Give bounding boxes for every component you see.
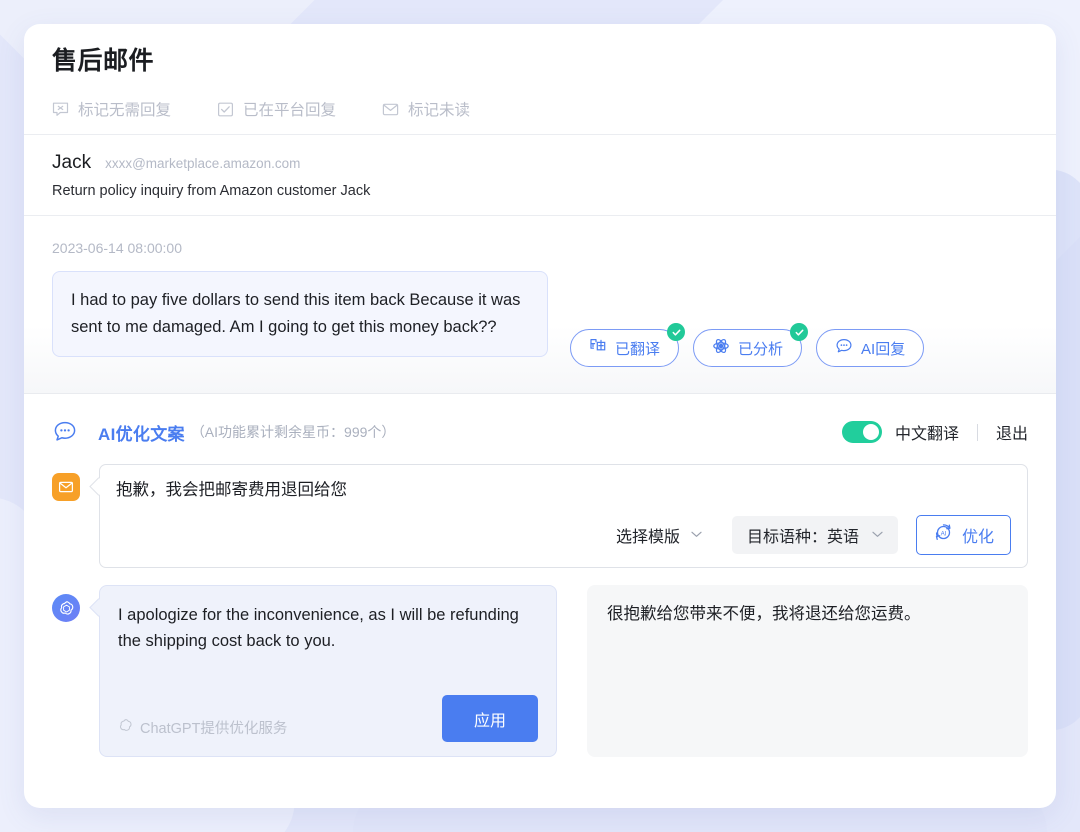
checkbox-check-icon — [217, 101, 234, 118]
message-timestamp: 2023-06-14 08:00:00 — [52, 240, 182, 256]
header-action-bar: 标记无需回复 已在平台回复 标记未读 — [52, 98, 1028, 134]
mail-icon — [52, 473, 80, 501]
reply-input-row: 抱歉，我会把邮寄费用退回给您 选择模版 目标语种：英语 AI 优化 — [52, 464, 1028, 568]
ai-panel-header: AI优化文案 （AI功能累计剩余星币：999个） 中文翻译 退出 — [52, 412, 1028, 452]
chatgpt-credit-label: ChatGPT提供优化服务 — [140, 721, 288, 737]
atom-icon — [712, 337, 730, 359]
chevron-down-icon — [691, 530, 702, 541]
reply-controls-row: 选择模版 目标语种：英语 AI 优化 — [116, 507, 1011, 555]
message-section: 2023-06-14 08:00:00 I had to pay five do… — [24, 216, 1056, 394]
header-action-label: 已在平台回复 — [243, 102, 337, 119]
message-action-buttons: 已翻译 已分析 AI回复 — [570, 271, 925, 367]
ai-credit-balance: （AI功能累计剩余星币：999个） — [190, 424, 396, 440]
header-action-label: 标记无需回复 — [78, 102, 172, 119]
translation-panel: 很抱歉给您带来不便，我将退还给您运费。 — [587, 585, 1028, 757]
target-language-label: 目标语种：英语 — [746, 529, 859, 546]
toggle-label: 中文翻译 — [894, 426, 959, 443]
optimize-button[interactable]: AI 优化 — [915, 515, 1011, 555]
replied-on-platform-action[interactable]: 已在平台回复 — [217, 98, 336, 120]
toggle-knob — [862, 424, 879, 440]
sender-name: Jack — [52, 152, 92, 173]
translated-pill-button[interactable]: 已翻译 — [570, 323, 686, 367]
chatgpt-credit: ChatGPT提供优化服务 — [118, 717, 287, 742]
success-check-badge — [790, 323, 809, 341]
template-select[interactable]: 选择模版 — [612, 523, 706, 547]
reply-input-box[interactable]: 抱歉，我会把邮寄费用退回给您 选择模版 目标语种：英语 AI 优化 — [99, 464, 1028, 568]
comment-x-icon — [52, 101, 69, 118]
ai-optimize-panel: AI优化文案 （AI功能累计剩余星币：999个） 中文翻译 退出 抱歉，我会把邮… — [24, 394, 1056, 808]
apply-button[interactable]: 应用 — [441, 695, 538, 742]
exit-button[interactable]: 退出 — [996, 420, 1028, 444]
ai-panel-title: AI优化文案 — [98, 424, 185, 444]
ai-reply-pill-button[interactable]: AI回复 — [816, 329, 925, 367]
header-action-label: 标记未读 — [408, 102, 471, 119]
email-card: 售后邮件 标记无需回复 已在平台回复 标记未读 Jack xxxx@market… — [24, 24, 1056, 808]
ai-refresh-icon: AI — [933, 522, 954, 548]
template-select-label: 选择模版 — [615, 529, 680, 546]
mark-unread-action[interactable]: 标记未读 — [382, 98, 470, 120]
analyzed-pill-button[interactable]: 已分析 — [693, 323, 809, 367]
translate-icon — [589, 337, 607, 359]
chatgpt-icon — [52, 594, 80, 622]
ai-result-text: I apologize for the inconvenience, as I … — [118, 606, 519, 651]
chatgpt-icon — [118, 718, 133, 737]
svg-text:AI: AI — [941, 530, 947, 537]
optimize-button-label: 优化 — [961, 529, 994, 546]
target-language-select[interactable]: 目标语种：英语 — [731, 516, 898, 554]
reply-input-text[interactable]: 抱歉，我会把邮寄费用退回给您 — [116, 478, 1011, 503]
email-subject: Return policy inquiry from Amazon custom… — [52, 183, 371, 199]
pill-label: 已分析 — [738, 340, 784, 358]
success-check-badge — [667, 323, 686, 341]
chinese-translation-toggle[interactable] — [841, 421, 882, 443]
chevron-down-icon — [872, 530, 883, 541]
ai-result-bubble: I apologize for the inconvenience, as I … — [99, 585, 557, 757]
customer-message-bubble: I had to pay five dollars to send this i… — [52, 271, 548, 358]
sender-email: xxxx@marketplace.amazon.com — [105, 156, 301, 171]
sender-block: Jack xxxx@marketplace.amazon.com Return … — [24, 135, 1056, 215]
chat-bubble-icon — [835, 337, 853, 359]
pill-label: 已翻译 — [615, 340, 661, 358]
chat-bubble-icon — [52, 419, 80, 445]
ai-result-row: I apologize for the inconvenience, as I … — [52, 585, 1028, 808]
pill-label: AI回复 — [861, 340, 906, 358]
card-header: 售后邮件 标记无需回复 已在平台回复 标记未读 — [24, 24, 1056, 134]
header-vertical-divider — [976, 423, 978, 441]
envelope-icon — [382, 101, 399, 118]
page-title: 售后邮件 — [52, 47, 155, 75]
mark-no-reply-needed-action[interactable]: 标记无需回复 — [52, 98, 171, 120]
